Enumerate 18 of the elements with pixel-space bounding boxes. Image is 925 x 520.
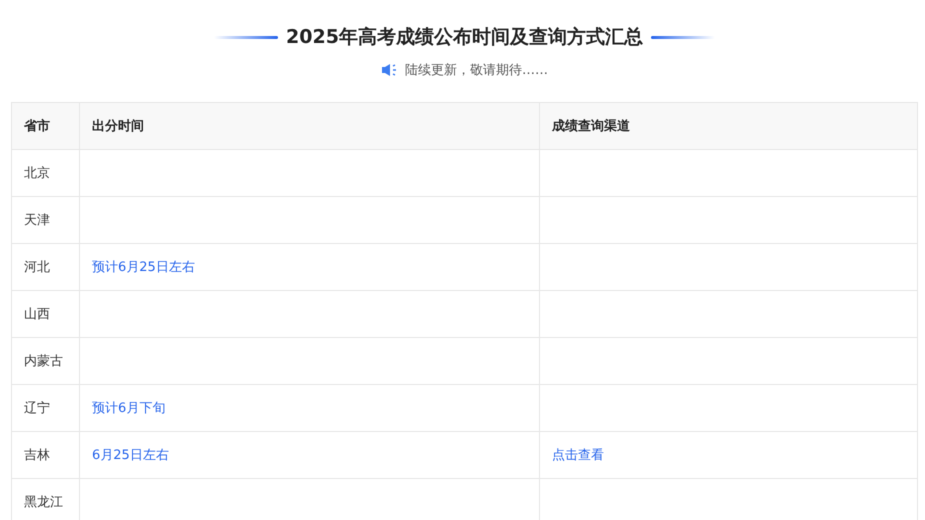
- update-notice: 陆续更新，敬请期待……: [405, 62, 548, 79]
- table-cell: 辽宁: [12, 384, 80, 432]
- table-cell: 河北: [12, 244, 80, 290]
- table-cell: 吉林: [12, 432, 80, 478]
- release-time-link[interactable]: 预计6月25日左右: [92, 260, 195, 275]
- table-cell: 山西: [12, 290, 80, 338]
- table-cell: 内蒙古: [12, 338, 80, 384]
- query-link[interactable]: 点击查看: [552, 448, 604, 463]
- page-title: 2025年高考成绩公布时间及查询方式汇总: [286, 25, 643, 50]
- table-cell: 天津: [12, 196, 80, 244]
- table-cell: 黑龙江: [12, 478, 80, 520]
- release-time-link[interactable]: 预计6月下旬: [92, 401, 166, 416]
- column-header: 出分时间: [80, 102, 540, 150]
- column-header: 省市: [12, 102, 80, 150]
- column-header: 成绩查询渠道: [540, 102, 918, 150]
- release-time-link[interactable]: 6月25日左右: [92, 448, 169, 463]
- table-cell: 北京: [12, 150, 80, 196]
- speaker-icon: [381, 63, 397, 77]
